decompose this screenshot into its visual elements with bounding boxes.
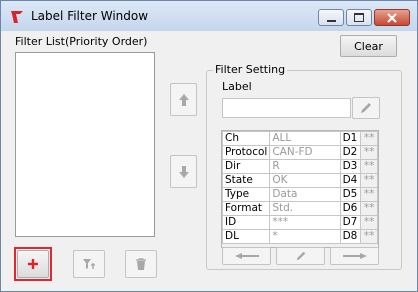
clear-button-label: Clear	[354, 39, 383, 53]
pencil-icon	[296, 251, 305, 261]
row-value: OK	[269, 173, 341, 188]
table-row[interactable]: Protocol CAN-FD D2 **	[221, 145, 378, 160]
row-flag: **	[360, 201, 378, 216]
filter-list-label: Filter List(Priority Order)	[15, 35, 148, 48]
filter-condition-table: Ch ALL D1 ** Protocol CAN-FD D2 ** Dir R…	[221, 131, 378, 244]
edit-filter-button[interactable]	[73, 250, 105, 278]
table-row[interactable]: State OK D4 **	[221, 173, 378, 188]
clear-button[interactable]: Clear	[340, 35, 397, 57]
row-flag: **	[360, 145, 378, 160]
row-value: *	[269, 229, 341, 244]
row-flag: **	[360, 187, 378, 202]
apply-left-button[interactable]	[222, 247, 271, 265]
maximize-icon	[354, 13, 364, 22]
row-code: D2	[339, 145, 362, 160]
maximize-button[interactable]	[346, 9, 372, 26]
row-code: D1	[339, 131, 362, 146]
row-value: R	[269, 159, 341, 174]
row-value: ***	[269, 215, 341, 230]
arrow-down-icon	[178, 165, 189, 178]
minimize-button[interactable]	[318, 9, 344, 26]
row-code: D3	[339, 159, 362, 174]
filter-setting-title: Filter Setting	[213, 63, 288, 76]
row-value: Std.	[269, 201, 341, 216]
window-title: Label Filter Window	[31, 9, 149, 23]
row-flag: **	[360, 159, 378, 174]
row-code: D5	[339, 187, 362, 202]
app-icon	[11, 11, 23, 23]
row-name: DL	[221, 229, 271, 244]
label-filter-window: Label Filter Window Filter List(Priority…	[0, 0, 418, 292]
edit-condition-button[interactable]	[276, 247, 325, 265]
row-value: CAN-FD	[269, 145, 341, 160]
table-row[interactable]: Type Data D5 **	[221, 187, 378, 202]
plus-icon	[28, 259, 38, 269]
delete-filter-button[interactable]	[125, 250, 157, 278]
row-flag: **	[360, 131, 378, 146]
add-filter-button[interactable]	[17, 250, 49, 278]
row-flag: **	[360, 229, 378, 244]
arrow-right-icon	[342, 253, 367, 259]
row-name: ID	[221, 215, 271, 230]
row-value: ALL	[269, 131, 341, 146]
table-row[interactable]: DL * D8 **	[221, 229, 378, 244]
row-name: Type	[221, 187, 271, 202]
table-row[interactable]: Format Std. D6 **	[221, 201, 378, 216]
minimize-icon	[326, 19, 336, 22]
arrow-up-icon	[178, 93, 189, 106]
row-code: D6	[339, 201, 362, 216]
row-name: Ch	[221, 131, 271, 146]
row-code: D4	[339, 173, 362, 188]
title-bar: Label Filter Window	[1, 1, 417, 31]
table-row[interactable]: Ch ALL D1 **	[221, 131, 378, 146]
close-icon	[387, 12, 397, 23]
label-caption: Label	[222, 80, 252, 93]
trash-icon	[136, 257, 146, 270]
close-button[interactable]	[374, 9, 410, 26]
row-code: D7	[339, 215, 362, 230]
row-name: Format	[221, 201, 271, 216]
apply-right-button[interactable]	[330, 247, 379, 265]
move-up-button[interactable]	[170, 83, 197, 116]
filter-edit-icon	[83, 259, 95, 269]
arrow-left-icon	[234, 253, 259, 259]
row-value: Data	[269, 187, 341, 202]
row-code: D8	[339, 229, 362, 244]
row-name: State	[221, 173, 271, 188]
client-area: Filter List(Priority Order) Clear Filter…	[8, 31, 410, 284]
row-name: Protocol	[221, 145, 271, 160]
table-row[interactable]: ID *** D7 **	[221, 215, 378, 230]
row-flag: **	[360, 215, 378, 230]
table-row[interactable]: Dir R D3 **	[221, 159, 378, 174]
filter-list-box[interactable]	[15, 52, 155, 237]
row-flag: **	[360, 173, 378, 188]
row-name: Dir	[221, 159, 271, 174]
label-input[interactable]	[222, 98, 351, 118]
pencil-icon	[361, 103, 371, 113]
edit-label-button[interactable]	[352, 97, 380, 119]
move-down-button[interactable]	[170, 155, 197, 188]
